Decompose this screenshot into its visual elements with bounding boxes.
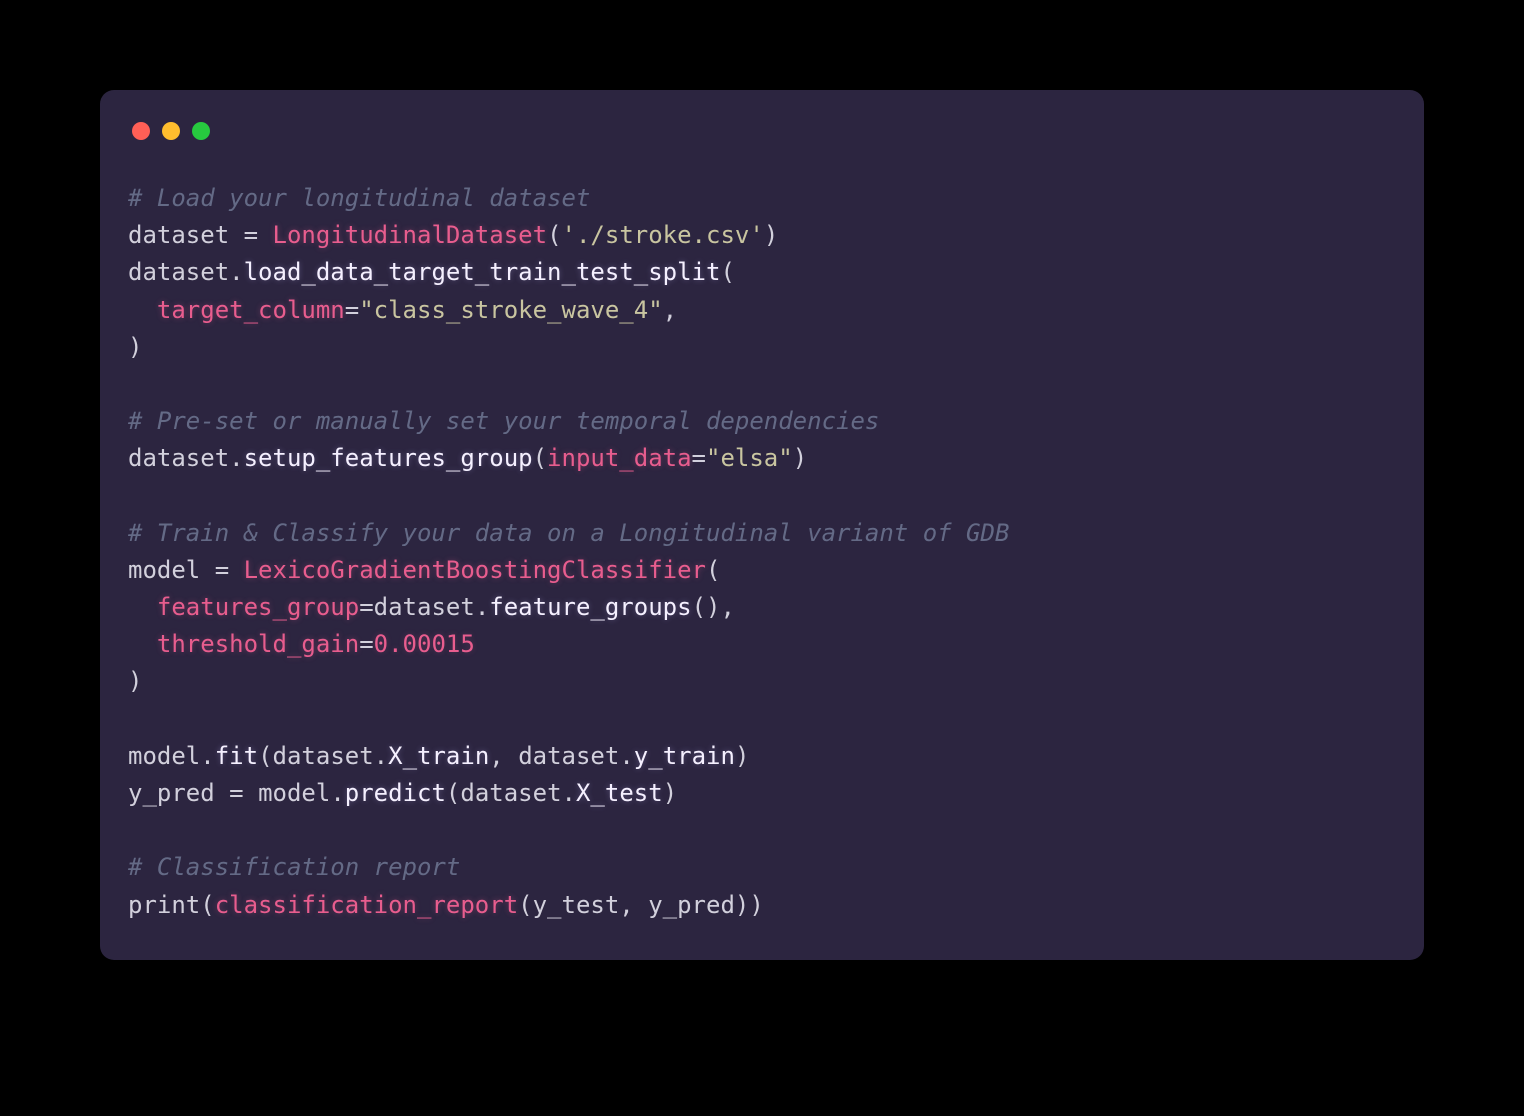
code-token: . [619, 742, 633, 770]
code-token: "class_stroke_wave_4" [359, 296, 662, 324]
code-token: y_test [533, 891, 620, 919]
code-token: model [258, 779, 330, 807]
code-token: ) [128, 333, 142, 361]
code-token: = [359, 630, 373, 658]
code-token: classification_report [215, 891, 518, 919]
code-line: ) [128, 333, 142, 361]
code-line: # Train & Classify your data on a Longit… [128, 519, 1009, 547]
code-token: = [215, 779, 258, 807]
code-line: ) [128, 667, 142, 695]
code-token: ( [706, 556, 720, 584]
code-token: . [229, 444, 243, 472]
code-token: , [619, 891, 648, 919]
code-token: ) [764, 221, 778, 249]
code-token: . [330, 779, 344, 807]
code-token: model [128, 742, 200, 770]
maximize-icon[interactable] [192, 122, 210, 140]
code-window: # Load your longitudinal dataset dataset… [100, 90, 1424, 960]
code-line: target_column="class_stroke_wave_4", [128, 296, 677, 324]
code-token: ) [735, 742, 749, 770]
code-token: ) [128, 667, 142, 695]
code-token: ( [720, 258, 734, 286]
code-token: # Train & Classify your data on a Longit… [128, 519, 1009, 547]
code-token: dataset [128, 221, 229, 249]
code-token: './stroke.csv' [562, 221, 764, 249]
code-token: # Pre-set or manually set your temporal … [128, 407, 879, 435]
code-line: threshold_gain=0.00015 [128, 630, 475, 658]
code-line: model.fit(dataset.X_train, dataset.y_tra… [128, 742, 749, 770]
code-token: ) [793, 444, 807, 472]
code-token: = [692, 444, 706, 472]
code-line: # Pre-set or manually set your temporal … [128, 407, 879, 435]
code-line: model = LexicoGradientBoostingClassifier… [128, 556, 720, 584]
code-token: dataset [128, 444, 229, 472]
code-token: . [475, 593, 489, 621]
code-token: . [562, 779, 576, 807]
window-controls [128, 118, 1396, 140]
code-token: "elsa" [706, 444, 793, 472]
minimize-icon[interactable] [162, 122, 180, 140]
code-token: . [200, 742, 214, 770]
code-token: dataset [518, 742, 619, 770]
code-token: = [229, 221, 272, 249]
code-token: LongitudinalDataset [273, 221, 548, 249]
code-line: dataset.load_data_target_train_test_spli… [128, 258, 735, 286]
code-line: # Load your longitudinal dataset [128, 184, 590, 212]
code-line: # Classification report [128, 853, 460, 881]
code-token: , [489, 742, 518, 770]
code-token: predict [345, 779, 446, 807]
code-token: print [128, 891, 200, 919]
code-token: , [663, 296, 677, 324]
code-token: ) [663, 779, 677, 807]
code-token: 0.00015 [374, 630, 475, 658]
code-line: features_group=dataset.feature_groups(), [128, 593, 735, 621]
code-token [128, 296, 157, 324]
code-token: = [345, 296, 359, 324]
code-token: ( [446, 779, 460, 807]
code-token: LexicoGradientBoostingClassifier [244, 556, 706, 584]
code-token: . [229, 258, 243, 286]
code-token: . [374, 742, 388, 770]
close-icon[interactable] [132, 122, 150, 140]
code-token: fit [215, 742, 258, 770]
code-token [128, 593, 157, 621]
code-token: ( [518, 891, 532, 919]
code-token: model [128, 556, 200, 584]
code-token: dataset [128, 258, 229, 286]
code-token: ( [533, 444, 547, 472]
code-token: target_column [157, 296, 345, 324]
code-line: print(classification_report(y_test, y_pr… [128, 891, 764, 919]
code-token: X_test [576, 779, 663, 807]
code-token: dataset [374, 593, 475, 621]
code-token: dataset [460, 779, 561, 807]
code-token: (), [692, 593, 735, 621]
code-token: ( [547, 221, 561, 249]
code-block[interactable]: # Load your longitudinal dataset dataset… [128, 180, 1396, 924]
code-token: threshold_gain [157, 630, 359, 658]
code-token: features_group [157, 593, 359, 621]
code-token: X_train [388, 742, 489, 770]
code-token: y_train [634, 742, 735, 770]
code-token: # Classification report [128, 853, 460, 881]
code-token: feature_groups [489, 593, 691, 621]
code-token: load_data_target_train_test_split [244, 258, 721, 286]
code-token [128, 630, 157, 658]
code-token: # Load your longitudinal dataset [128, 184, 590, 212]
code-token: y_pred [128, 779, 215, 807]
code-token: setup_features_group [244, 444, 533, 472]
code-token: dataset [273, 742, 374, 770]
code-line: dataset.setup_features_group(input_data=… [128, 444, 807, 472]
code-token: = [200, 556, 243, 584]
code-token: input_data [547, 444, 692, 472]
code-line: dataset = LongitudinalDataset('./stroke.… [128, 221, 778, 249]
code-token: ( [200, 891, 214, 919]
code-token: = [359, 593, 373, 621]
code-token: y_pred [648, 891, 735, 919]
code-token: )) [735, 891, 764, 919]
code-token: ( [258, 742, 272, 770]
code-line: y_pred = model.predict(dataset.X_test) [128, 779, 677, 807]
